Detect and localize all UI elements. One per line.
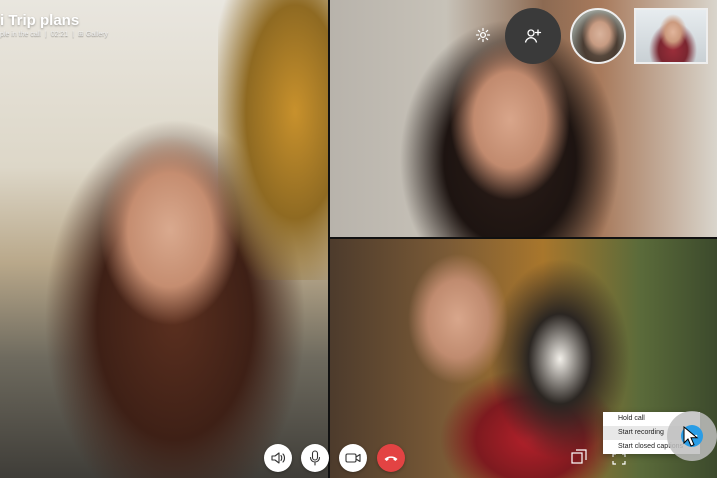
- more-options-button[interactable]: [667, 411, 717, 461]
- view-mode-label[interactable]: Gallery: [86, 31, 108, 38]
- fullscreen-icon: [612, 453, 626, 465]
- call-title: i Trip plans: [0, 12, 80, 29]
- add-person-icon: [524, 29, 542, 43]
- view-mode-icon: ⊞: [78, 31, 84, 38]
- call-meta: ple in the call | 02:21 | ⊞ Gallery: [0, 31, 109, 38]
- more-options-inner: [681, 425, 703, 447]
- speaker-icon: [271, 452, 286, 464]
- tile-divider-vertical: [328, 0, 330, 478]
- video-camera-icon: [345, 453, 361, 463]
- self-view-thumbnail[interactable]: [634, 8, 708, 64]
- microphone-icon: [309, 450, 321, 466]
- more-icon: [686, 434, 698, 438]
- tile-divider-horizontal: [330, 237, 717, 239]
- video-tile-left: [0, 0, 328, 478]
- add-participant-button[interactable]: [505, 8, 561, 64]
- settings-button[interactable]: [470, 22, 496, 48]
- layout-icon: [571, 449, 587, 464]
- participant-thumbnail[interactable]: [570, 8, 626, 64]
- gear-icon: [475, 27, 491, 43]
- switch-layout-button[interactable]: [570, 448, 588, 466]
- participants-count-text: ple in the call: [0, 31, 41, 38]
- microphone-button[interactable]: [301, 444, 329, 472]
- video-button[interactable]: [339, 444, 367, 472]
- end-call-button[interactable]: [377, 444, 405, 472]
- call-duration: 02:21: [50, 31, 69, 38]
- speaker-button[interactable]: [264, 444, 292, 472]
- end-call-icon: [384, 456, 398, 461]
